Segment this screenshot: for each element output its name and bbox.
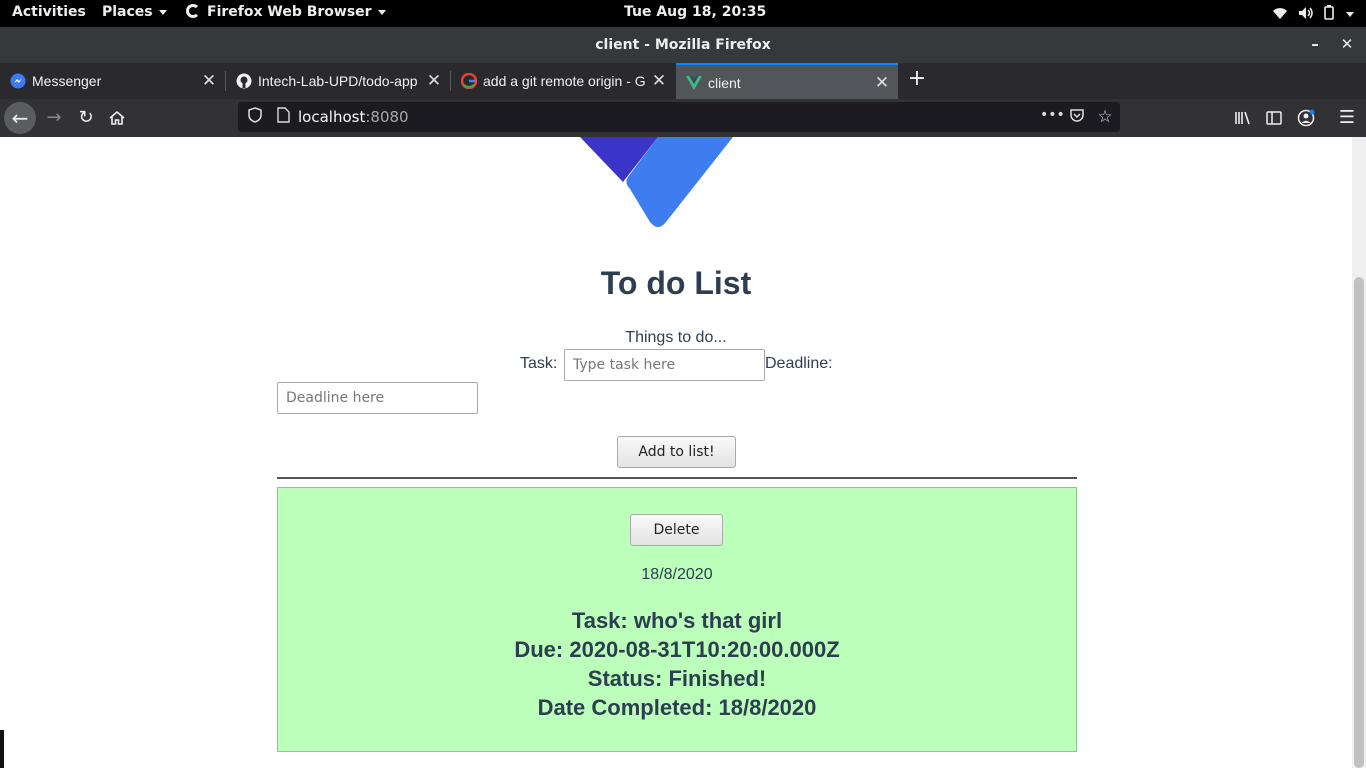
todo-due: Due: 2020-08-31T10:20:00.000Z xyxy=(514,637,840,662)
tab-client[interactable]: client ✕ xyxy=(676,63,898,99)
places-label: Places xyxy=(102,4,153,20)
forward-button[interactable]: → xyxy=(40,104,68,132)
chevron-down-icon xyxy=(1344,7,1354,23)
deadline-input[interactable] xyxy=(277,382,478,414)
shield-icon[interactable] xyxy=(246,107,264,125)
sidebar-button[interactable] xyxy=(1260,104,1288,132)
tab-label: client xyxy=(708,75,741,91)
app-menu[interactable]: Firefox Web Browser xyxy=(186,4,386,20)
page-title: To do List xyxy=(600,265,752,301)
window-edge xyxy=(0,730,4,768)
scrollbar[interactable] xyxy=(1352,137,1366,768)
url-port: :8080 xyxy=(365,108,409,126)
tab-strip: Messenger ✕ Intech-Lab-UPD/todo-app ✕ ad… xyxy=(0,63,1366,99)
google-icon xyxy=(460,72,478,90)
close-tab-icon[interactable]: ✕ xyxy=(426,71,442,91)
app-logo xyxy=(580,137,733,227)
tab-github[interactable]: Intech-Lab-UPD/todo-app ✕ xyxy=(226,63,450,99)
messenger-icon xyxy=(10,73,26,89)
todo-task: Task: who's that girl xyxy=(571,608,783,633)
places-menu[interactable]: Places xyxy=(102,4,167,20)
account-icon xyxy=(1297,109,1315,127)
page-content: To do List Things to do... Task: Deadlin… xyxy=(0,137,1366,768)
minimize-button[interactable]: – xyxy=(1306,35,1324,53)
gnome-top-bar: Activities Places Firefox Web Browser Tu… xyxy=(0,0,1366,27)
tab-label: Intech-Lab-UPD/todo-app xyxy=(258,73,418,89)
deadline-label: Deadline: xyxy=(765,355,833,372)
page-actions-icon[interactable]: ••• xyxy=(1040,107,1065,125)
chevron-down-icon xyxy=(158,9,167,15)
close-window-button[interactable]: ✕ xyxy=(1338,35,1356,53)
tab-google[interactable]: add a git remote origin - G ✕ xyxy=(451,63,675,99)
app-menu-label: Firefox Web Browser xyxy=(207,4,372,20)
tab-label: Messenger xyxy=(32,73,102,89)
url-bar[interactable]: localhost:8080 ••• ☆ xyxy=(238,102,1120,132)
system-menu[interactable] xyxy=(1272,5,1354,24)
delete-button[interactable]: Delete xyxy=(630,514,723,546)
home-icon xyxy=(109,110,125,125)
add-to-list-button[interactable]: Add to list! xyxy=(617,436,736,468)
tab-messenger[interactable]: Messenger ✕ xyxy=(0,63,225,99)
volume-icon xyxy=(1298,6,1314,24)
close-tab-icon[interactable]: ✕ xyxy=(874,73,890,93)
firefox-icon xyxy=(186,4,200,18)
clock[interactable]: Tue Aug 18, 20:35 xyxy=(624,4,766,20)
library-icon xyxy=(1235,111,1250,125)
url-text: localhost:8080 xyxy=(298,108,409,126)
todo-status: Status: Finished! xyxy=(587,666,767,691)
bookmark-star-icon[interactable]: ☆ xyxy=(1096,107,1114,127)
tab-label: add a git remote origin - G xyxy=(483,73,645,89)
task-label: Task: xyxy=(520,355,558,372)
activities-button[interactable]: Activities xyxy=(12,4,86,20)
close-tab-icon[interactable]: ✕ xyxy=(651,71,667,91)
divider xyxy=(277,477,1077,479)
back-button[interactable]: ← xyxy=(4,102,36,134)
chevron-down-icon xyxy=(377,9,386,15)
reload-button[interactable]: ↻ xyxy=(72,104,100,132)
menu-button[interactable]: ☰ xyxy=(1333,104,1361,132)
todo-created-date: 18/8/2020 xyxy=(641,566,713,583)
close-tab-icon[interactable]: ✕ xyxy=(201,71,217,91)
window-titlebar: client - Mozilla Firefox – ✕ xyxy=(0,27,1366,63)
pocket-icon[interactable] xyxy=(1068,107,1086,125)
github-icon xyxy=(236,73,252,89)
page-info-icon[interactable] xyxy=(274,107,292,125)
vue-icon xyxy=(686,75,702,91)
wifi-icon xyxy=(1272,6,1288,24)
account-button[interactable] xyxy=(1292,104,1320,132)
new-tab-button[interactable]: + xyxy=(905,66,929,94)
battery-icon xyxy=(1324,5,1334,24)
url-host: localhost xyxy=(298,108,366,126)
sidebar-icon xyxy=(1266,111,1282,125)
scrollbar-thumb[interactable] xyxy=(1354,277,1364,768)
todo-card: Delete 18/8/2020 Task: who's that girl D… xyxy=(277,487,1077,752)
page-subtitle: Things to do... xyxy=(625,329,727,346)
library-button[interactable] xyxy=(1229,104,1257,132)
home-button[interactable] xyxy=(103,104,131,132)
task-input[interactable] xyxy=(564,349,765,381)
window-title: client - Mozilla Firefox xyxy=(595,37,771,53)
navigation-toolbar: ← → ↻ localhost:8080 ••• ☆ ☰ xyxy=(0,99,1366,137)
todo-date-completed: Date Completed: 18/8/2020 xyxy=(537,695,817,720)
